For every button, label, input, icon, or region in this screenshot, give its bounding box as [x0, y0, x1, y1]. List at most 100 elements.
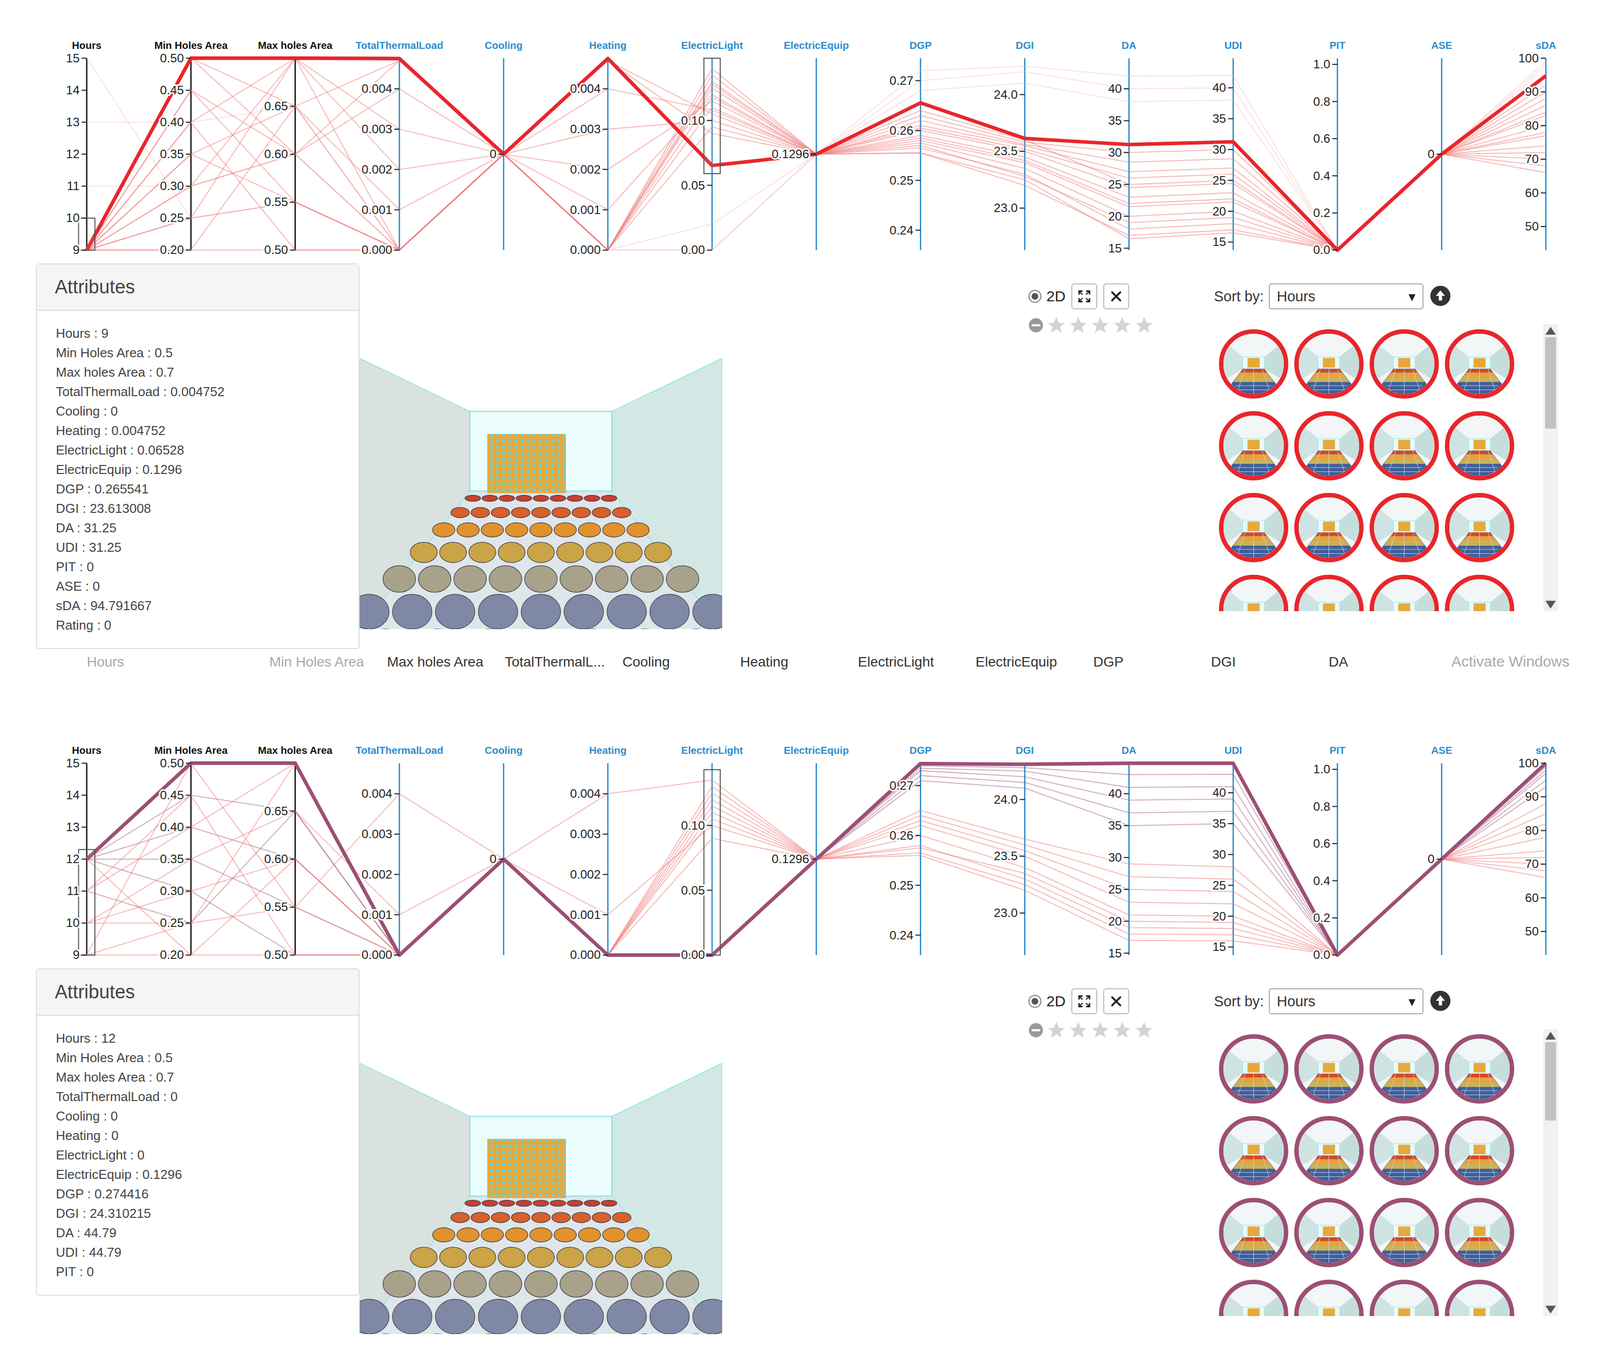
data-line[interactable]: [86, 81, 1547, 251]
fullscreen-button[interactable]: [1071, 283, 1098, 310]
data-line[interactable]: [86, 58, 1547, 251]
star-icon[interactable]: [1068, 315, 1089, 336]
design-thumbnail[interactable]: [1218, 1197, 1289, 1267]
design-thumbnail[interactable]: [1444, 1115, 1515, 1186]
data-line[interactable]: [86, 94, 1547, 251]
design-thumbnail[interactable]: [1444, 1279, 1515, 1316]
sort-select[interactable]: Hours▾: [1268, 988, 1424, 1014]
axis[interactable]: Cooling: [484, 39, 523, 250]
data-line[interactable]: [86, 799, 1547, 956]
highlight-line[interactable]: [86, 763, 1547, 956]
clear-rating-icon[interactable]: [1027, 1021, 1045, 1039]
design-thumbnail[interactable]: [1444, 574, 1515, 611]
data-line[interactable]: [86, 763, 1547, 956]
design-thumbnail[interactable]: [1294, 1115, 1364, 1186]
fullscreen-button[interactable]: [1071, 988, 1098, 1014]
column-header[interactable]: Min Holes Area: [269, 653, 388, 670]
design-thumbnail[interactable]: [1444, 410, 1515, 481]
data-line[interactable]: [86, 58, 1547, 251]
brush-box[interactable]: [703, 58, 721, 174]
scroll-down-icon[interactable]: [1543, 1302, 1559, 1316]
axis-title[interactable]: ElectricLight: [681, 744, 744, 756]
axis[interactable]: TotalThermalLoad: [355, 744, 444, 955]
design-thumbnail[interactable]: [1369, 410, 1439, 481]
axis[interactable]: ASE: [1430, 744, 1452, 955]
data-line[interactable]: [86, 91, 1547, 250]
sort-direction-button[interactable]: [1428, 989, 1453, 1013]
data-line[interactable]: [86, 88, 1547, 250]
axis-title[interactable]: TotalThermalLoad: [355, 744, 444, 756]
axis-title[interactable]: UDI: [1224, 39, 1242, 51]
column-header[interactable]: TotalThermalL...: [504, 653, 623, 670]
star-icon[interactable]: [1068, 1019, 1089, 1040]
design-thumbnail[interactable]: [1444, 492, 1515, 563]
axis-title[interactable]: sDA: [1535, 744, 1557, 756]
column-header[interactable]: DGI: [1210, 653, 1329, 670]
axis-title[interactable]: PIT: [1329, 744, 1346, 756]
scroll-up-icon[interactable]: [1543, 324, 1559, 338]
parallel-coordinates-chart[interactable]: HoursMin Holes AreaMax holes AreaTotalTh…: [0, 0, 1600, 264]
data-line[interactable]: [86, 58, 1547, 251]
design-thumbnail[interactable]: [1369, 1279, 1439, 1316]
axis-title[interactable]: DGI: [1015, 744, 1034, 756]
brush-box[interactable]: [703, 769, 721, 956]
design-thumbnail[interactable]: [1218, 492, 1289, 563]
axis-title[interactable]: DGP: [909, 744, 932, 756]
design-thumbnail[interactable]: [1218, 329, 1289, 399]
rating[interactable]: [1027, 315, 1163, 336]
star-icon[interactable]: [1090, 315, 1111, 336]
column-header[interactable]: ElectricEquip: [975, 653, 1094, 670]
axis-title[interactable]: Hours: [71, 744, 102, 756]
axis-title[interactable]: DGP: [909, 39, 932, 51]
axis-title[interactable]: ElectricLight: [681, 39, 744, 51]
data-line[interactable]: [86, 58, 1547, 251]
scroll-up-icon[interactable]: [1543, 1028, 1559, 1042]
column-header[interactable]: DGP: [1093, 653, 1211, 670]
data-line[interactable]: [86, 64, 1547, 250]
design-thumbnail[interactable]: [1218, 410, 1289, 481]
axis-title[interactable]: Max holes Area: [257, 39, 333, 51]
close-button[interactable]: [1103, 283, 1130, 310]
design-thumbnail[interactable]: [1369, 329, 1439, 399]
star-icon[interactable]: [1090, 1019, 1111, 1040]
axis-title[interactable]: Hours: [71, 39, 102, 51]
view-2d-radio[interactable]: 2D: [1027, 992, 1066, 1010]
design-thumbnail[interactable]: [1369, 1197, 1439, 1267]
axis-title[interactable]: PIT: [1329, 39, 1346, 51]
data-line[interactable]: [86, 97, 1547, 251]
sort-select[interactable]: Hours▾: [1268, 283, 1424, 310]
scroll-thumb[interactable]: [1545, 337, 1557, 429]
design-thumbnail[interactable]: [1444, 329, 1515, 399]
design-thumbnail[interactable]: [1369, 1115, 1439, 1186]
design-thumbnail[interactable]: [1294, 1197, 1364, 1267]
axis[interactable]: DA: [1121, 744, 1137, 955]
axis-title[interactable]: UDI: [1224, 744, 1242, 756]
column-header[interactable]: DA: [1328, 653, 1447, 670]
axis-title[interactable]: Cooling: [484, 744, 523, 756]
axis-title[interactable]: sDA: [1535, 39, 1557, 51]
design-thumbnail[interactable]: [1294, 410, 1364, 481]
data-line[interactable]: [86, 768, 1547, 956]
axis[interactable]: ElectricLight: [681, 744, 744, 955]
scrollbar[interactable]: [1543, 324, 1559, 611]
data-line[interactable]: [86, 775, 1547, 956]
design-thumbnail[interactable]: [1294, 329, 1364, 399]
axis-title[interactable]: Cooling: [484, 39, 523, 51]
axis-title[interactable]: Heating: [589, 39, 627, 51]
star-icon[interactable]: [1112, 1019, 1133, 1040]
data-line[interactable]: [86, 770, 1547, 956]
axis[interactable]: Max holes Area: [257, 744, 333, 955]
column-header[interactable]: Max holes Area: [387, 653, 505, 670]
axis-title[interactable]: DA: [1121, 39, 1137, 51]
sort-direction-button[interactable]: [1428, 284, 1453, 309]
design-thumbnail[interactable]: [1218, 574, 1289, 611]
star-icon[interactable]: [1046, 1019, 1067, 1040]
axis-title[interactable]: Min Holes Area: [154, 744, 228, 756]
column-header[interactable]: Hours: [86, 653, 270, 670]
star-icon[interactable]: [1134, 1019, 1155, 1040]
axis[interactable]: PIT: [1329, 39, 1346, 250]
data-line[interactable]: [86, 763, 1547, 956]
scroll-down-icon[interactable]: [1543, 598, 1559, 611]
data-line[interactable]: [86, 786, 1547, 956]
axis-title[interactable]: ElectricEquip: [783, 744, 849, 756]
